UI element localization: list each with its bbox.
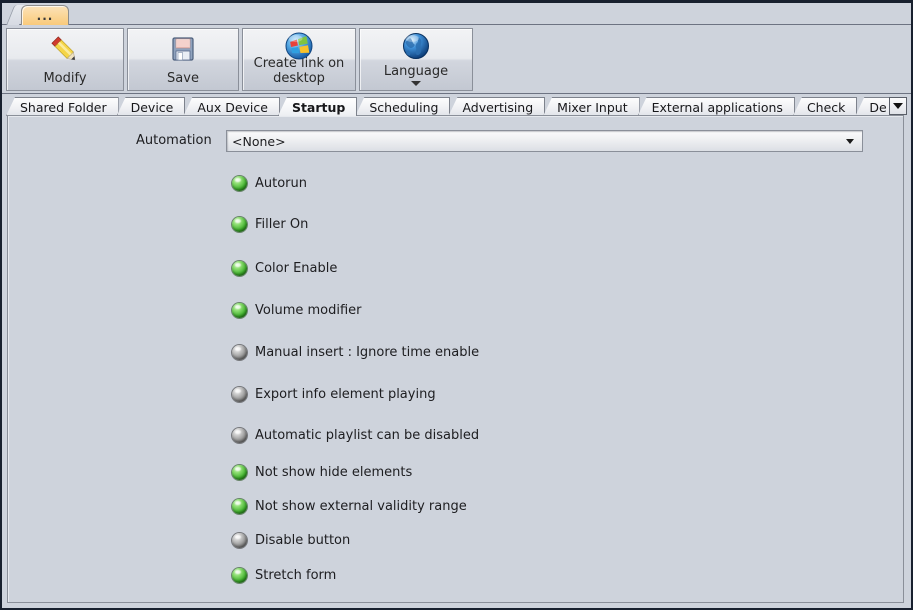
option-manual-insert-ignore-time-enable[interactable]: Manual insert : Ignore time enable xyxy=(232,343,479,361)
automation-row: Automation <None> xyxy=(8,130,903,152)
tab-overflow-button[interactable] xyxy=(889,97,907,115)
led-indicator-on[interactable] xyxy=(232,567,247,583)
led-indicator-off[interactable] xyxy=(232,427,247,443)
document-tab[interactable]: ... xyxy=(21,5,69,26)
tab-label: De xyxy=(869,99,887,115)
tab-advertising[interactable]: Advertising xyxy=(448,97,546,116)
tab-check[interactable]: Check xyxy=(792,97,858,116)
pencil-icon xyxy=(48,34,82,66)
option-label: Manual insert : Ignore time enable xyxy=(255,344,480,360)
option-autorun[interactable]: Autorun xyxy=(232,174,307,192)
tab-label: Startup xyxy=(291,99,346,115)
tab-label: Device xyxy=(130,99,174,115)
tab-shared-folder[interactable]: Shared Folder xyxy=(6,97,119,116)
title-bar: ... xyxy=(2,3,911,26)
chevron-down-icon xyxy=(411,81,421,86)
modify-button-label: Modify xyxy=(43,71,87,86)
tab-scheduling[interactable]: Scheduling xyxy=(355,97,451,116)
option-label: Export info element playing xyxy=(255,386,436,402)
language-button[interactable]: Language xyxy=(359,28,473,91)
tab-label: Aux Device xyxy=(197,99,268,115)
option-label: Disable button xyxy=(255,532,351,548)
tab-label: External applications xyxy=(651,99,783,115)
option-stretch-form[interactable]: Stretch form xyxy=(232,566,336,584)
modify-button[interactable]: Modify xyxy=(6,28,124,91)
floppy-disk-icon xyxy=(166,34,200,66)
automation-select[interactable]: <None> xyxy=(226,130,863,152)
tab-label: Advertising xyxy=(462,99,534,115)
tab-strip: Shared Folder Device Aux Device Startup … xyxy=(2,94,911,116)
ellipsis-icon: ... xyxy=(36,9,54,23)
option-color-enable[interactable]: Color Enable xyxy=(232,259,337,277)
tab-list: Shared Folder Device Aux Device Startup … xyxy=(6,97,899,116)
led-indicator-off[interactable] xyxy=(232,532,247,548)
option-not-show-external-validity-range[interactable]: Not show external validity range xyxy=(232,497,467,515)
option-label: Autorun xyxy=(255,175,308,191)
toolbar: Modify Save Create link on desktop Langu… xyxy=(2,25,911,94)
option-label: Volume modifier xyxy=(255,302,362,318)
led-indicator-off[interactable] xyxy=(232,344,247,360)
save-button[interactable]: Save xyxy=(127,28,239,91)
chevron-down-icon xyxy=(893,103,903,109)
automation-label: Automation xyxy=(136,133,212,148)
automation-selected-value: <None> xyxy=(232,133,286,149)
globe-icon xyxy=(399,32,433,64)
led-indicator-off[interactable] xyxy=(232,386,247,402)
application-window: ... Modify Save Create link on desktop L… xyxy=(0,0,913,610)
option-automatic-playlist-can-be-disabled[interactable]: Automatic playlist can be disabled xyxy=(232,426,479,444)
option-label: Color Enable xyxy=(255,260,338,276)
tab-label: Mixer Input xyxy=(557,99,628,115)
led-indicator-on[interactable] xyxy=(232,464,247,480)
tab-device[interactable]: Device xyxy=(116,97,186,116)
option-not-show-hide-elements[interactable]: Not show hide elements xyxy=(232,463,412,481)
led-indicator-on[interactable] xyxy=(232,302,247,318)
tab-label: Scheduling xyxy=(369,99,439,115)
led-indicator-on[interactable] xyxy=(232,175,247,191)
option-volume-modifier[interactable]: Volume modifier xyxy=(232,301,362,319)
tab-external-applications[interactable]: External applications xyxy=(637,97,795,116)
tab-mixer-input[interactable]: Mixer Input xyxy=(543,97,640,116)
automation-dropdown-arrow[interactable] xyxy=(838,138,862,144)
startup-settings-panel: Automation <None> Autorun Filler On Colo… xyxy=(7,115,904,603)
tab-label: Shared Folder xyxy=(20,99,107,115)
option-filler-on[interactable]: Filler On xyxy=(232,215,308,233)
create-link-on-desktop-button[interactable]: Create link on desktop xyxy=(242,28,356,91)
option-label: Filler On xyxy=(255,216,309,232)
option-label: Automatic playlist can be disabled xyxy=(255,427,480,443)
led-indicator-on[interactable] xyxy=(232,216,247,232)
option-export-info-element-playing[interactable]: Export info element playing xyxy=(232,385,436,403)
led-indicator-on[interactable] xyxy=(232,498,247,514)
save-button-label: Save xyxy=(167,71,199,86)
language-button-label: Language xyxy=(383,64,449,79)
tab-label: Check xyxy=(806,99,846,115)
tab-aux-device[interactable]: Aux Device xyxy=(183,97,280,116)
windows-logo-icon xyxy=(282,32,316,64)
led-indicator-on[interactable] xyxy=(232,260,247,276)
option-label: Not show hide elements xyxy=(255,464,413,480)
option-label: Stretch form xyxy=(255,567,337,583)
option-label: Not show external validity range xyxy=(255,498,467,514)
chevron-down-icon xyxy=(846,138,854,144)
option-disable-button[interactable]: Disable button xyxy=(232,531,350,549)
tab-startup[interactable]: Startup xyxy=(277,97,358,116)
